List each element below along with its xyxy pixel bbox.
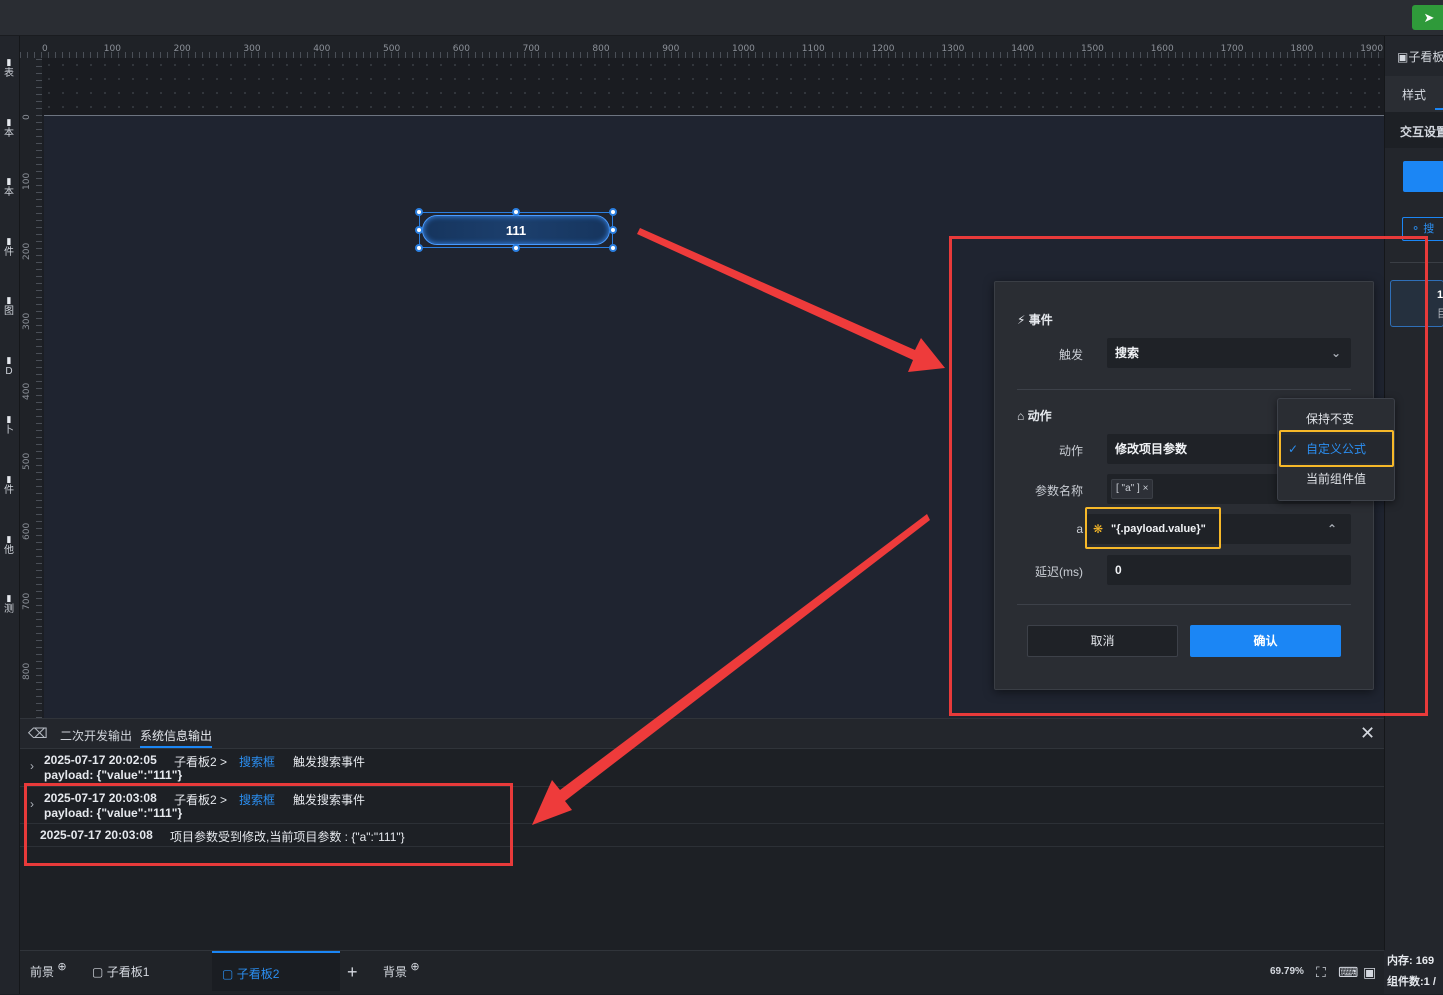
arrow-to-dialog bbox=[637, 228, 945, 372]
arrow-to-log bbox=[532, 514, 930, 825]
annotation-arrows bbox=[532, 228, 945, 825]
